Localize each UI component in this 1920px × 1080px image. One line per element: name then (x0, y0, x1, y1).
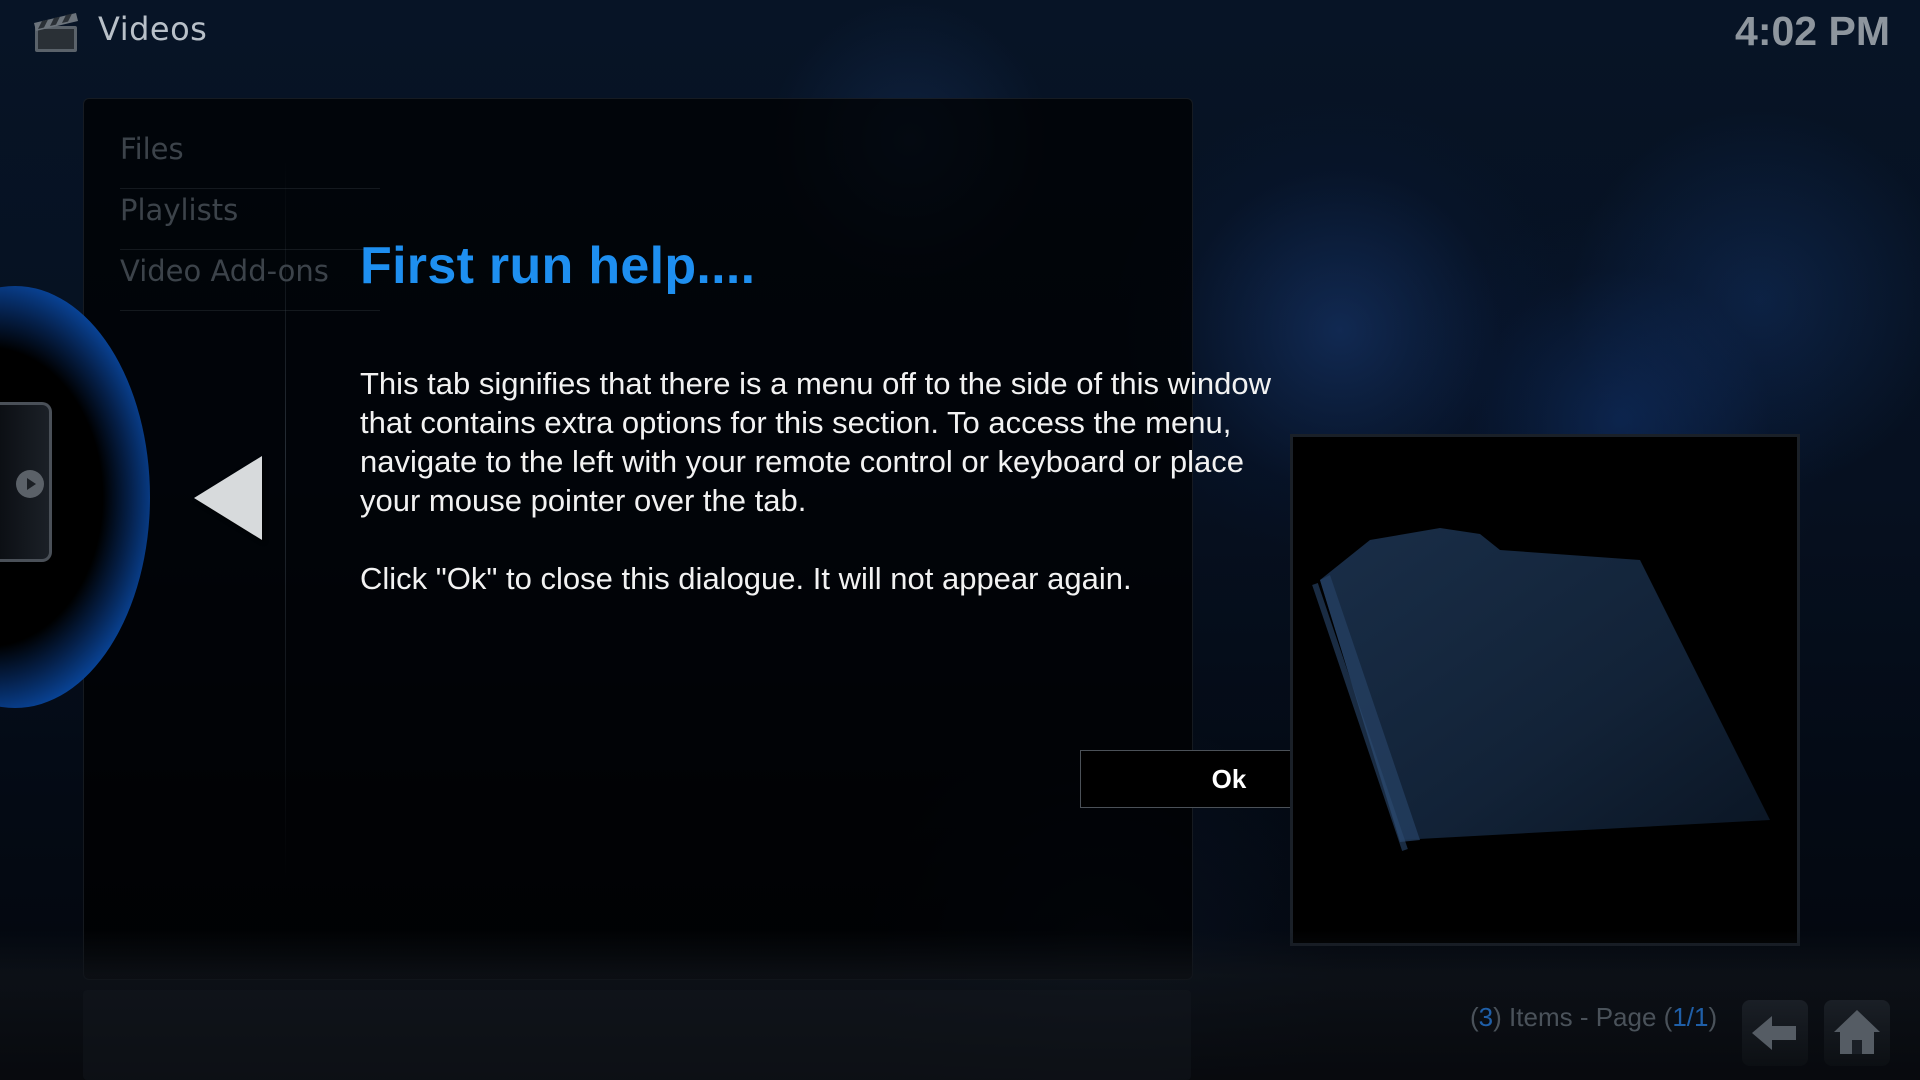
menu-item-playlists[interactable]: Playlists (120, 189, 380, 250)
clapperboard-icon (34, 13, 78, 52)
chevron-right-icon (16, 470, 44, 498)
menu-list: Files Playlists Video Add-ons (120, 128, 380, 311)
footer-panel (83, 990, 1191, 1080)
left-arrow-icon (194, 456, 262, 540)
menu-item-files[interactable]: Files (120, 128, 380, 189)
back-button[interactable] (1742, 1000, 1808, 1066)
screen: Videos 4:02 PM Files Playlists Video Add… (0, 0, 1920, 1080)
item-count: 3 (1478, 1002, 1494, 1032)
items-page-label: Items - Page (1501, 1002, 1664, 1032)
menu-item-video-addons[interactable]: Video Add-ons (120, 250, 380, 311)
home-icon (1834, 1010, 1880, 1054)
home-button[interactable] (1824, 1000, 1890, 1066)
page-indicator: 1/1 (1672, 1002, 1709, 1032)
back-arrow-icon (1752, 1016, 1796, 1050)
dialog-title: First run help.... (360, 237, 756, 295)
clock: 4:02 PM (1735, 8, 1890, 54)
folder-icon (1312, 528, 1770, 851)
item-count-status: (3) Items - Page (1/1) (1470, 1002, 1718, 1032)
page-title: Videos (98, 10, 208, 48)
dialog-body: This tab signifies that there is a menu … (360, 366, 1271, 596)
menu-divider (285, 160, 286, 880)
